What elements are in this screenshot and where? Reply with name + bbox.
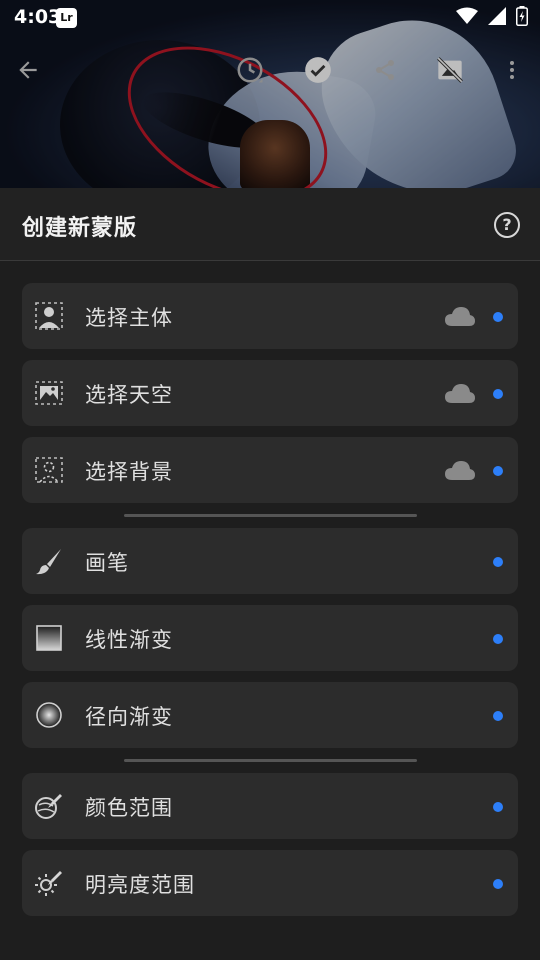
history-button[interactable] (228, 48, 272, 92)
mask-option-radial-gradient[interactable]: 径向渐变 (22, 682, 518, 748)
group-divider (124, 759, 417, 762)
cloud-icon (445, 384, 475, 403)
signal-icon (488, 7, 506, 25)
check-icon (305, 57, 331, 83)
linear-gradient-icon (32, 621, 66, 655)
mask-option-label: 明亮度范围 (85, 873, 195, 897)
status-dot (493, 802, 503, 812)
app-badge: Lr (56, 8, 77, 28)
sheet-title: 创建新蒙版 (22, 216, 138, 241)
select-background-icon (32, 453, 66, 487)
help-button[interactable]: ? (494, 212, 520, 238)
status-dot (493, 711, 503, 721)
select-sky-icon (32, 376, 66, 410)
mask-option-select-sky[interactable]: 选择天空 (22, 360, 518, 426)
mask-option-select-subject[interactable]: 选择主体 (22, 283, 518, 349)
mask-option-label: 径向渐变 (85, 705, 173, 729)
help-circle-icon: ? (502, 215, 512, 234)
mask-option-select-background[interactable]: 选择背景 (22, 437, 518, 503)
wifi-icon (456, 7, 478, 24)
status-dot (493, 466, 503, 476)
select-subject-icon (32, 299, 66, 333)
mask-option-linear-gradient[interactable]: 线性渐变 (22, 605, 518, 671)
status-dot (493, 557, 503, 567)
mask-option-luminance-range[interactable]: 明亮度范围 (22, 850, 518, 916)
cloud-icon (445, 307, 475, 326)
color-range-icon (32, 789, 66, 823)
status-dot (493, 879, 503, 889)
more-vert-icon (510, 61, 514, 79)
mask-option-label: 选择背景 (85, 460, 173, 484)
status-bar: 4:03 Lr (0, 0, 540, 36)
toggle-overlay-button[interactable] (428, 48, 472, 92)
create-mask-sheet: 创建新蒙版 ? 选择主体 选择天空 选择背景 画笔 线性渐变 径向渐变 颜色范围… (0, 188, 540, 960)
status-time: 4:03 (14, 6, 62, 28)
editor-toolbar (0, 48, 540, 96)
group-divider (124, 514, 417, 517)
status-dot (493, 389, 503, 399)
share-button[interactable] (363, 48, 407, 92)
status-dot (493, 312, 503, 322)
mask-option-brush[interactable]: 画笔 (22, 528, 518, 594)
mask-option-label: 选择天空 (85, 383, 173, 407)
back-button[interactable] (6, 48, 50, 92)
battery-charging-icon (516, 6, 528, 26)
status-dot (493, 634, 503, 644)
brush-icon (32, 544, 66, 578)
mask-option-label: 选择主体 (85, 306, 173, 330)
apply-button[interactable] (296, 48, 340, 92)
mask-option-label: 画笔 (85, 551, 129, 575)
history-icon (237, 57, 263, 83)
more-options-button[interactable] (490, 48, 534, 92)
luminance-range-icon (32, 866, 66, 900)
share-icon (376, 60, 394, 80)
sheet-header: 创建新蒙版 ? (0, 188, 540, 261)
mask-option-label: 颜色范围 (85, 796, 173, 820)
radial-gradient-icon (32, 698, 66, 732)
cloud-icon (445, 461, 475, 480)
mask-option-color-range[interactable]: 颜色范围 (22, 773, 518, 839)
back-arrow-icon (19, 61, 37, 79)
mask-option-label: 线性渐变 (85, 628, 173, 652)
hide-overlay-icon (437, 57, 463, 83)
